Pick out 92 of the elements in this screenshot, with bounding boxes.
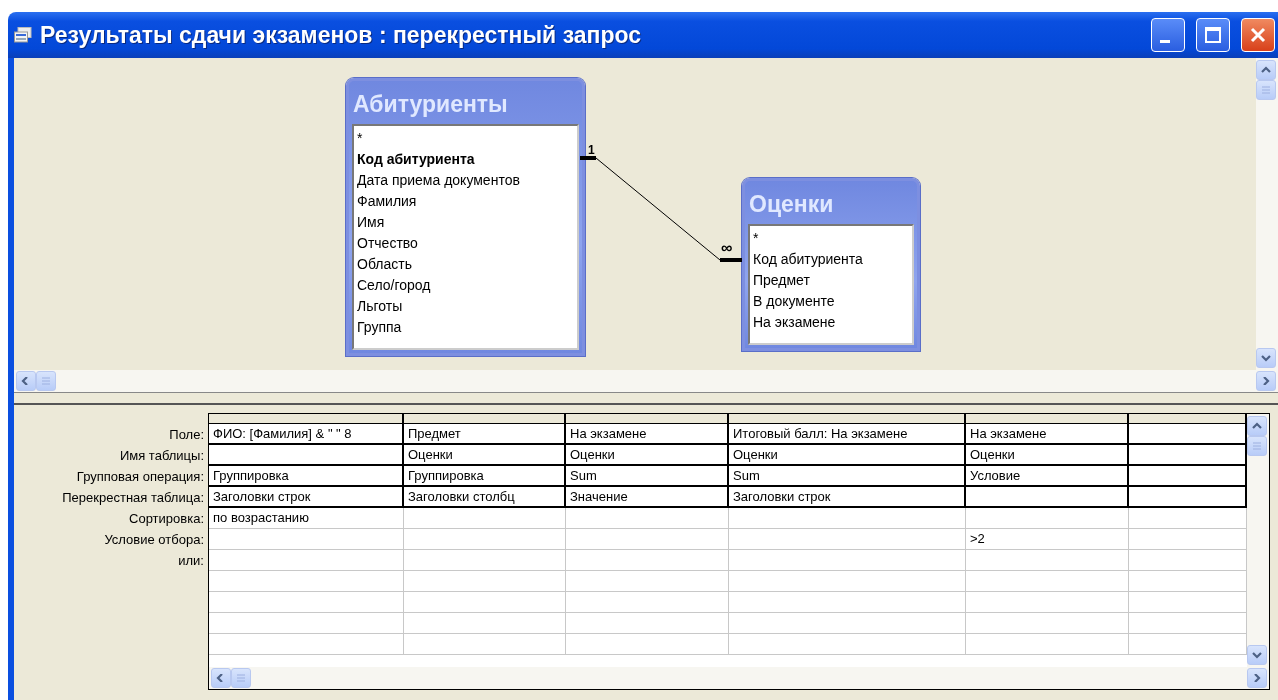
scroll-left-button[interactable] [16, 371, 36, 391]
field-name[interactable]: Дата приема документов [357, 170, 574, 191]
scroll-up-icon [1252, 422, 1262, 430]
scroll-down-icon [1261, 354, 1271, 362]
grid-cell[interactable]: Предмет [404, 424, 566, 445]
column-selector[interactable] [729, 414, 966, 424]
grid-cell[interactable]: Заголовки строк [209, 487, 404, 508]
grid-cell[interactable]: Sum [729, 466, 966, 487]
grip-icon [1253, 442, 1261, 450]
scroll-down-button[interactable] [1247, 645, 1267, 665]
field-name[interactable]: Имя [357, 212, 574, 233]
grid-cell[interactable]: ФИО: [Фамилия] & " " 8 [209, 424, 404, 445]
scroll-right-button[interactable] [1247, 668, 1267, 688]
row-label: Условие отбора: [103, 531, 205, 549]
scroll-down-button[interactable] [1256, 348, 1276, 368]
field-name[interactable]: Отчество [357, 233, 574, 254]
grid-cell[interactable]: Группировка [404, 466, 566, 487]
scroll-down-icon [1252, 651, 1262, 659]
vertical-scrollbar[interactable] [1247, 414, 1269, 667]
scroll-left-icon [216, 674, 226, 682]
table-title: Оценки [748, 190, 835, 219]
horizontal-scrollbar[interactable] [209, 667, 1269, 689]
row-label: Поле: [168, 426, 205, 444]
scroll-thumb[interactable] [231, 668, 251, 688]
field-name[interactable]: Село/город [357, 275, 574, 296]
scroll-left-button[interactable] [211, 668, 231, 688]
query-window-icon [14, 27, 32, 43]
grid-cell[interactable]: Группировка [209, 466, 404, 487]
scroll-up-icon [1261, 66, 1271, 74]
field-list-window[interactable]: Оценки * Код абитуриента Предмет В документе На экзамене [742, 178, 920, 351]
grid-cell[interactable]: Заголовки столбц [404, 487, 566, 508]
row-label: Перекрестная таблица: [61, 489, 205, 507]
field-name[interactable]: На экзамене [753, 312, 909, 333]
row-label: Имя таблицы: [118, 447, 205, 465]
grip-icon [237, 674, 245, 682]
scroll-up-button[interactable] [1256, 60, 1276, 80]
field-name[interactable]: Код абитуриента [753, 249, 909, 270]
grip-icon [1262, 86, 1270, 94]
field-name[interactable]: Код абитуриента [357, 149, 574, 170]
grid-cell[interactable]: На экзамене [966, 424, 1129, 445]
scroll-right-icon [1261, 377, 1271, 385]
scroll-thumb[interactable] [1256, 80, 1276, 100]
grid-cell[interactable]: Значение [566, 487, 729, 508]
field-name[interactable]: Группа [357, 317, 574, 338]
close-button[interactable] [1241, 18, 1275, 52]
field-name[interactable]: * [753, 228, 909, 249]
horizontal-scrollbar[interactable] [14, 370, 1278, 392]
grid-cell[interactable] [209, 445, 404, 466]
table-title: Абитуриенты [352, 90, 509, 119]
one-label: 1 [588, 144, 595, 156]
scroll-thumb[interactable] [36, 371, 56, 391]
field-name[interactable]: Льготы [357, 296, 574, 317]
grid-cell[interactable]: Условие [966, 466, 1129, 487]
grid-cell[interactable]: >2 [966, 529, 1129, 550]
grid-cell[interactable]: Оценки [404, 445, 566, 466]
grid-cell[interactable]: Заголовки строк [729, 487, 966, 508]
grid-cell[interactable]: Оценки [566, 445, 729, 466]
field-name[interactable]: Фамилия [357, 191, 574, 212]
grid-cell[interactable]: Sum [566, 466, 729, 487]
field-list-window[interactable]: Абитуриенты * Код абитуриента Дата приема документов Фамилия Имя Отчество Область Село/город Льготы Группа [346, 78, 585, 356]
grid-cell[interactable]: На экзамене [566, 424, 729, 445]
scroll-right-button[interactable] [1256, 371, 1276, 391]
column-selector[interactable] [404, 414, 566, 424]
row-label: Сортировка: [128, 510, 205, 528]
scroll-right-icon [1252, 674, 1262, 682]
field-name[interactable]: Область [357, 254, 574, 275]
column-selector[interactable] [209, 414, 404, 424]
grid-cell[interactable] [966, 487, 1129, 508]
minimize-button[interactable] [1151, 18, 1185, 52]
column-selector[interactable] [966, 414, 1129, 424]
maximize-icon [1204, 26, 1222, 44]
minimize-icon [1160, 39, 1170, 43]
column-selector[interactable] [566, 414, 729, 424]
column-selector[interactable] [1129, 414, 1247, 424]
row-label: или: [177, 552, 205, 570]
many-label: ∞ [721, 242, 733, 254]
row-label: Групповая операция: [75, 468, 205, 486]
vertical-scrollbar[interactable] [1256, 58, 1278, 370]
grid-cell[interactable]: Итоговый балл: На экзамене [729, 424, 966, 445]
maximize-button[interactable] [1196, 18, 1230, 52]
close-icon [1249, 26, 1267, 44]
grid-cell[interactable]: Оценки [966, 445, 1129, 466]
scroll-up-button[interactable] [1247, 416, 1267, 436]
grid-cell[interactable]: Оценки [729, 445, 966, 466]
grid-cell[interactable]: по возрастанию [209, 508, 404, 529]
grip-icon [42, 377, 50, 385]
window-title: Результаты сдачи экзаменов : перекрестный запрос [40, 21, 643, 49]
field-name[interactable]: Предмет [753, 270, 909, 291]
scroll-thumb[interactable] [1247, 436, 1267, 456]
field-name[interactable]: В документе [753, 291, 909, 312]
scroll-left-icon [21, 377, 31, 385]
field-name[interactable]: * [357, 128, 574, 149]
